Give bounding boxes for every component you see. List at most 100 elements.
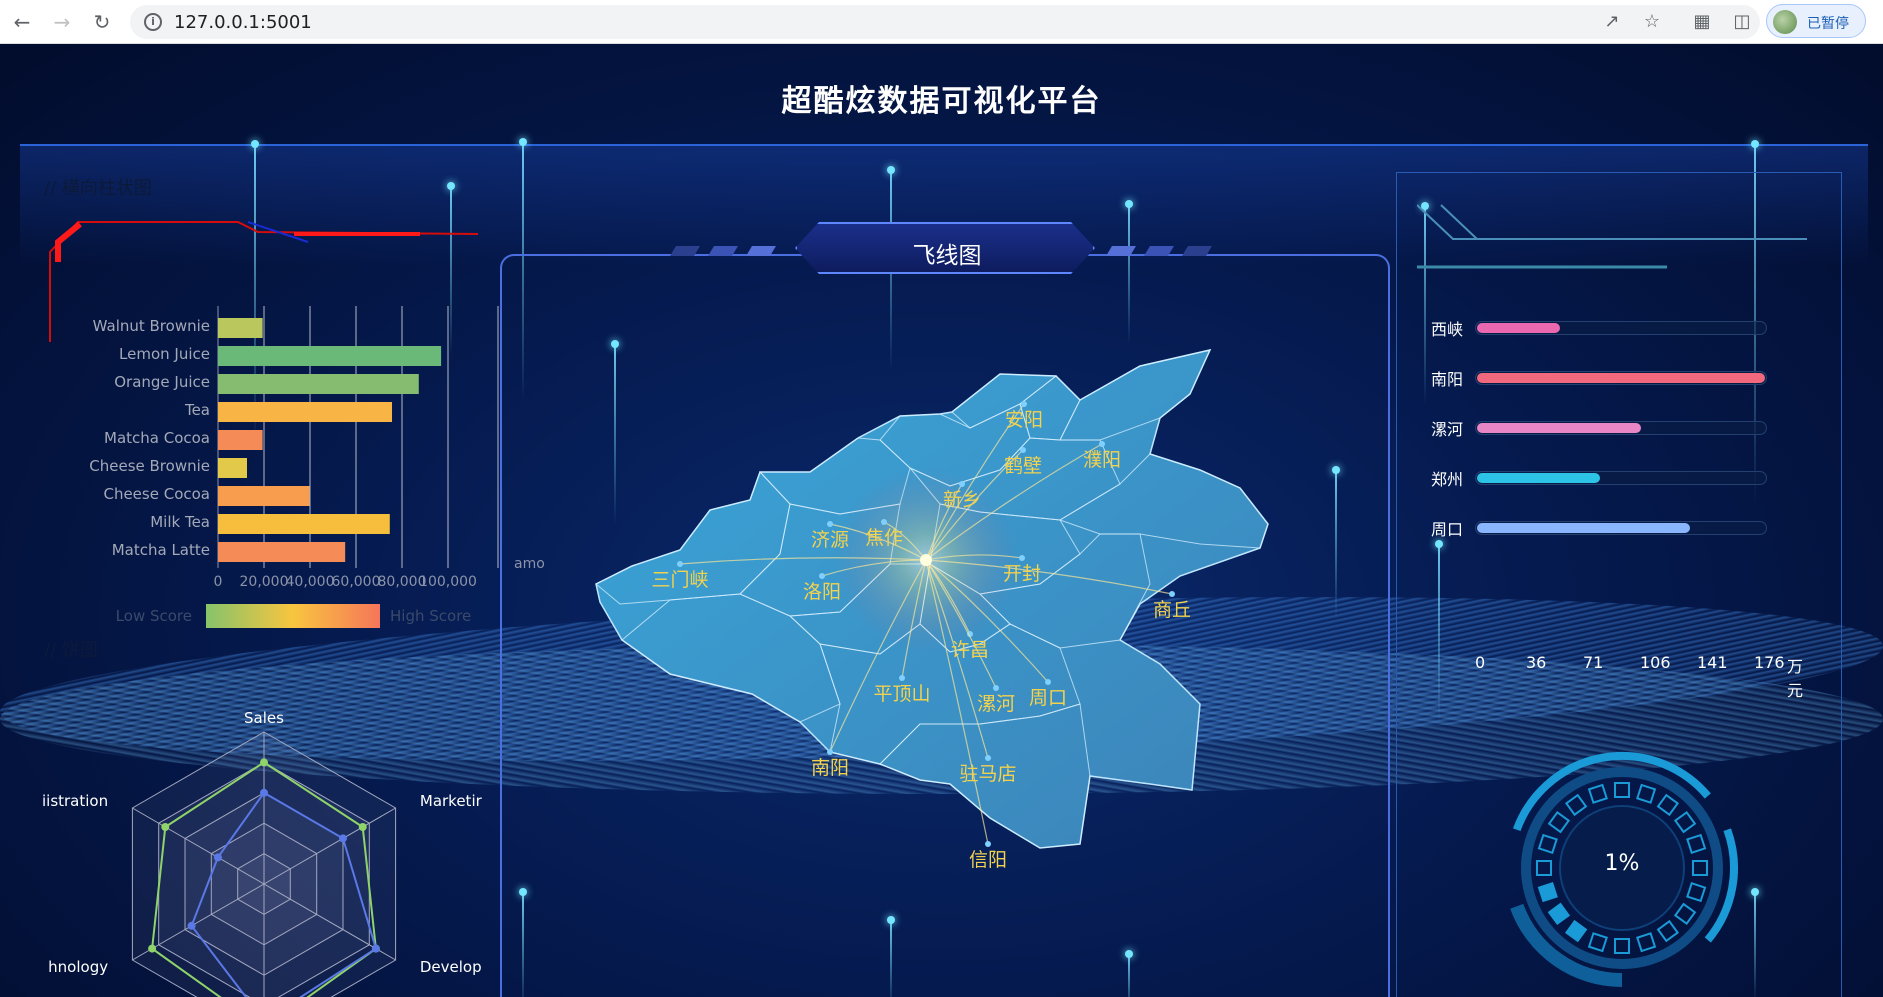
radar-indicator-label: Develop [420,958,482,976]
right-panel: 西峡 南阳 漯河 郑州 周口 0 36 71 106 141 176 万元 1% [1396,172,1842,997]
gauge-segment [1673,902,1697,926]
url-text: 127.0.0.1:5001 [174,12,312,33]
bar-xtick-label: 60,000 [332,574,381,590]
city-bar-label: 南阳 [1431,370,1464,389]
bar [218,346,442,366]
city-bar-fill [1477,323,1561,333]
bookmark-star-icon[interactable]: ☆ [1640,10,1664,34]
map-panel: 飞线图 安阳 鹤壁 濮阳 新乡 济源 焦作 三门峡 洛阳 开封 商丘 许昌 平顶山 漯河 周口 南阳 驻马店信… [500,204,1390,997]
radar-indicator-label: Marketir [420,792,483,810]
gauge-segment [1587,932,1608,953]
gauge-segment [1564,919,1588,943]
radar-point [260,788,268,797]
bar-xtick-label: 100,000 [419,574,477,590]
gauge-segment [1614,938,1630,954]
address-bar[interactable]: i 127.0.0.1:5001 [130,5,1760,39]
percent-gauge: 1% [1497,743,1747,993]
bar-category-label: Cheese Brownie [89,457,210,475]
visual-map-low-label: Low Score [116,607,192,625]
bar-chart-label: // 横向柱状图 [44,178,152,199]
city-bar-row: 漯河 [1431,415,1771,439]
gauge-segment [1656,919,1680,943]
city-bar-fill [1477,423,1641,433]
bar [218,486,310,506]
radar-chart: Sales Marketir Develop hnology iistration [30,664,510,997]
bar [218,542,346,562]
city-axis-tick: 141 [1697,653,1728,672]
radar-indicator-label: Sales [244,709,284,727]
radar-point [358,823,367,831]
radar-indicator-label: iistration [42,792,108,810]
radar-point [213,853,222,862]
city-bar-fill [1477,473,1600,483]
bar [218,430,263,450]
bar-xtick-label: 40,000 [286,574,335,590]
bar-category-label: Tea [184,401,210,419]
radar-point [187,921,196,930]
bar-xtick-label: 0 [214,574,223,590]
bar-category-label: Matcha Latte [112,541,210,559]
back-icon[interactable]: ← [10,10,34,34]
bar-category-label: Milk Tea [150,513,210,531]
radar-indicator-label: hnology [48,958,108,976]
gauge-segment [1564,793,1588,817]
bar [218,458,248,478]
gauge-value: 1% [1604,851,1640,876]
city-axis-unit: 万元 [1787,657,1804,700]
gauge-segment [1614,782,1630,798]
bar [218,514,390,534]
gauge-segment [1547,810,1571,834]
radar-point [338,834,347,843]
reload-icon[interactable]: ↻ [90,10,114,34]
radar-chart-svg: Sales Marketir Develop hnology iistration [42,709,483,997]
profile-button[interactable]: 已暂停 [1766,4,1866,38]
radar-point [371,944,380,953]
city-axis-tick: 176 [1754,653,1785,672]
city-axis-tick: 71 [1583,653,1604,672]
gauge-segment [1656,793,1680,817]
bar-category-label: Matcha Cocoa [104,429,210,447]
visual-map-high-label: High Score [390,607,471,625]
city-axis-tick: 36 [1526,653,1547,672]
city-bar-fill [1477,523,1690,533]
site-info-icon[interactable]: i [144,13,162,31]
city-bar-label: 郑州 [1431,470,1464,489]
map-title-tab: 飞线图 [795,222,1095,274]
city-axis-tick: 106 [1640,653,1671,672]
city-bar-track [1475,371,1767,385]
gauge-segment [1686,882,1707,903]
city-bar-track [1475,471,1767,485]
bar-category-label: Lemon Juice [119,345,210,363]
city-bar-row: 南阳 [1431,365,1771,389]
bar [218,318,263,338]
side-panel-icon[interactable]: ◫ [1730,10,1754,34]
gauge-segment [1673,810,1697,834]
map-title: 飞线图 [912,243,982,269]
city-bar-track [1475,421,1767,435]
bar-chart-svg: 0 20,00040,00060,00080,000100,000amoWalnu… [89,306,545,628]
bar-category-label: Cheese Cocoa [103,485,210,503]
city-bar-row: 西峡 [1431,315,1771,339]
visual-map-bar [206,604,380,628]
bar-category-label: Orange Juice [114,373,210,391]
city-bar-track [1475,321,1767,335]
share-icon[interactable]: ↗ [1600,10,1624,34]
right-panel-decoration [1417,204,1807,269]
city-bar-track [1475,521,1767,535]
dashboard-page: 超酷炫数据可视化平台 // 横向柱状图 // 饼图 0 20,000 40,000 6… [0,44,1883,997]
radar-point [148,944,157,953]
city-bar-label: 周口 [1431,520,1464,539]
forward-icon[interactable]: → [50,10,74,34]
avatar [1773,10,1797,34]
bar [218,374,419,394]
extensions-icon[interactable]: ▦ [1690,10,1714,34]
city-bar-label: 漯河 [1431,420,1464,439]
gauge-segment [1636,932,1657,953]
city-bar-row: 周口 [1431,515,1771,539]
bar-category-label: Walnut Brownie [93,317,210,335]
gauge-segment [1537,882,1558,903]
bar-xtick-label: 20,000 [240,574,289,590]
city-bar-label: 西峡 [1431,320,1464,339]
gauge-segment [1636,783,1657,804]
city-bar-axis: 0 36 71 106 141 176 万元 [1475,653,1815,700]
